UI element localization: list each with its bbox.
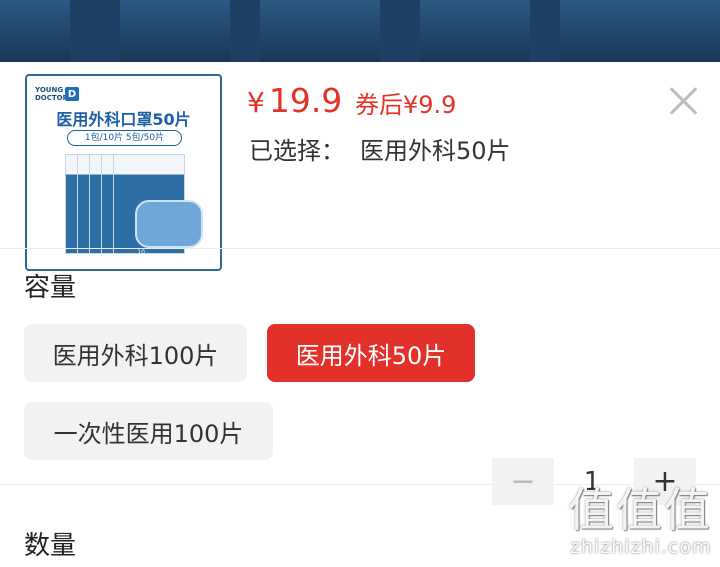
quantity-title: 数量 [24,531,77,561]
product-thumbnail[interactable]: YOUNG DOCTOR D 医用外科口罩50片 1包/10片 5包/50片 10 [25,74,222,271]
close-icon[interactable] [664,82,702,120]
background-page-backdrop [0,0,720,64]
option-medical-surgical-50[interactable]: 医用外科50片 [267,324,475,382]
option-disposable-medical-100[interactable]: 一次性医用100片 [24,402,273,460]
option-medical-surgical-100[interactable]: 医用外科100片 [24,324,247,382]
coupon-price: 券后¥9.9 [355,91,457,119]
mask-icon [135,200,203,248]
package-spec: 1包/10片 5包/50片 [67,130,182,146]
selected-label: 已选择： [249,137,345,165]
selected-value: 医用外科50片 [360,137,511,165]
package-illustration: 10 [65,154,203,266]
quantity-value[interactable]: 1 [560,458,624,505]
divider [0,248,720,249]
price: ¥19.9 [247,81,343,120]
quantity-increase-button[interactable]: + [634,458,696,505]
capacity-title: 容量 [24,273,77,303]
brand-logo-icon: YOUNG DOCTOR D [35,86,79,102]
quantity-decrease-button[interactable]: − [492,458,554,505]
package-title: 医用外科口罩50片 [56,110,191,129]
